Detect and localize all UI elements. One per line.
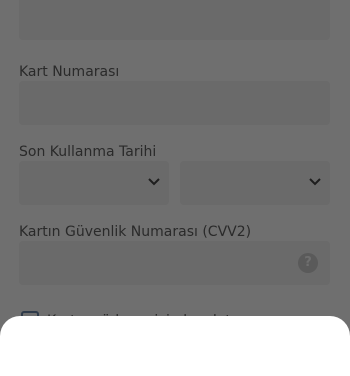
card-number-label: Kart Numarası	[19, 64, 120, 80]
chevron-down-icon	[309, 178, 321, 186]
expiry-month-select[interactable]	[19, 161, 169, 205]
card-number-input[interactable]	[19, 81, 330, 125]
cvv-input[interactable]: ?	[19, 241, 330, 285]
expiry-label: Son Kullanma Tarihi	[19, 144, 157, 160]
card-holder-field[interactable]	[19, 0, 330, 40]
expiry-year-select[interactable]	[180, 161, 330, 205]
bottom-sheet	[0, 316, 350, 376]
chevron-down-icon	[148, 178, 160, 186]
cvv-label: Kartın Güvenlik Numarası (CVV2)	[19, 224, 252, 240]
payment-form: Kart Numarası Son Kullanma Tarihi Kartın…	[0, 0, 350, 350]
help-icon[interactable]: ?	[298, 253, 318, 273]
